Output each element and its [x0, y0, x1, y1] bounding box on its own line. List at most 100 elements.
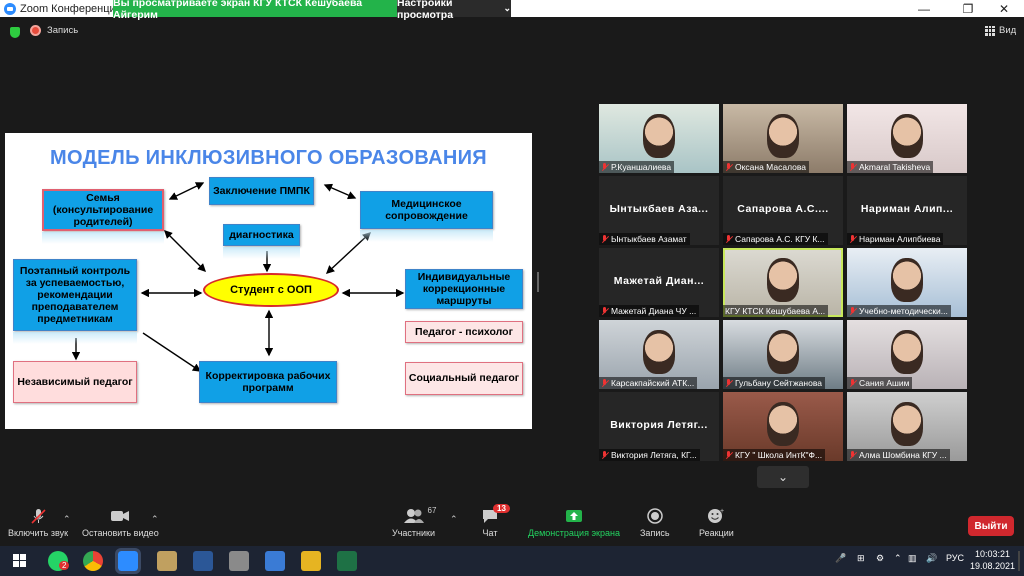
view-label: Вид — [999, 25, 1017, 36]
paint-icon[interactable] — [157, 551, 177, 571]
minimize-button[interactable]: — — [904, 0, 944, 17]
mic-muted-icon — [849, 379, 856, 387]
participant-label: Сапарова А.С. КГУ К... — [723, 233, 828, 245]
participant-tile[interactable]: Р.Куаншалиева — [599, 104, 719, 173]
microphone-tray-icon[interactable]: 🎤 — [835, 553, 846, 564]
participant-tile[interactable]: Сания Ашим — [847, 320, 967, 389]
chevron-down-icon: ⌄ — [777, 470, 789, 484]
participant-tile[interactable]: КГУ " Школа ИнтК"Ф... — [723, 392, 843, 461]
photos-icon[interactable] — [265, 551, 285, 571]
tray-overflow-icon[interactable]: ⌃ — [894, 553, 902, 564]
chat-badge: 13 — [493, 504, 510, 513]
box-routes: Индивидуальные коррекционные маршруты — [405, 269, 523, 309]
mic-muted-icon — [725, 379, 732, 387]
participant-label: КГУ КТСК Кешубаева А... — [723, 305, 829, 317]
participant-label: Ынтыкбаев Азамат — [599, 233, 690, 245]
participant-tile[interactable]: КГУ КТСК Кешубаева А... — [723, 248, 843, 317]
box-independent: Независимый педагог — [13, 361, 137, 403]
participant-label: Р.Куаншалиева — [599, 161, 675, 173]
windows-start-icon[interactable] — [13, 554, 27, 573]
chevron-down-icon: ⌄ — [503, 3, 511, 13]
recording-indicator[interactable]: Запись — [30, 25, 78, 36]
excel-icon[interactable] — [337, 551, 357, 571]
participant-video — [891, 258, 923, 302]
windows-tray-icon[interactable]: ⊞ — [857, 553, 865, 564]
participant-label: КГУ " Школа ИнтК"Ф... — [723, 449, 826, 461]
mic-muted-icon — [601, 163, 608, 171]
unmute-button[interactable]: Включить звук — [8, 508, 68, 538]
participant-name: КГУ " Школа ИнтК"Ф... — [735, 450, 823, 460]
close-button[interactable]: ✕ — [984, 0, 1024, 17]
video-options-caret[interactable]: ⌃ — [151, 514, 159, 525]
view-options-button[interactable]: Настройки просмотра ⌄ — [397, 0, 511, 21]
mic-muted-icon — [849, 163, 856, 171]
box-diagnostics: диагностика — [223, 224, 300, 246]
participant-name-display: Нариман Алип... — [860, 203, 954, 215]
restore-button[interactable]: ❐ — [948, 0, 988, 17]
word-icon[interactable] — [193, 551, 213, 571]
participant-tile[interactable]: Ынтыкбаев Аза... Ынтыкбаев Азамат — [599, 176, 719, 245]
participant-name: Ынтыкбаев Азамат — [611, 234, 687, 244]
share-screen-button[interactable]: Демонстрация экрана — [528, 508, 620, 538]
participant-video — [767, 402, 799, 446]
center-ellipse: Студент с ООП — [203, 273, 339, 307]
participant-tile[interactable]: Нариман Алип... Нариман Алипбиева — [847, 176, 967, 245]
participants-count: 67 — [427, 506, 437, 515]
shield-icon[interactable] — [10, 27, 20, 38]
leave-button[interactable]: Выйти — [968, 516, 1014, 536]
participant-name-display: Сапарова А.С.... — [737, 203, 829, 215]
panel-splitter[interactable] — [537, 272, 539, 292]
view-button[interactable]: Вид — [985, 25, 1016, 36]
whatsapp-icon[interactable]: 2 — [48, 551, 70, 571]
zoom-window: Zoom Конференция Вы просматриваете экран… — [0, 0, 1024, 576]
scroll-down-button[interactable]: ⌄ — [757, 466, 809, 488]
reactions-button[interactable]: + Реакции — [699, 508, 734, 538]
participant-name-display: Виктория Летяг... — [610, 419, 708, 431]
participant-name: Карсакпайский АТК... — [611, 378, 695, 388]
box-social: Социальный педагог — [405, 362, 523, 395]
participant-tile[interactable]: Оксана Масалова — [723, 104, 843, 173]
video-camera-icon — [110, 508, 130, 524]
participants-button[interactable]: 67 Участники — [392, 506, 436, 538]
mic-muted-icon — [725, 235, 732, 243]
mic-muted-icon — [601, 451, 608, 459]
participants-icon: 67 — [403, 506, 436, 524]
participant-video — [891, 114, 923, 158]
participant-tile[interactable]: Карсакпайский АТК... — [599, 320, 719, 389]
participant-video — [767, 114, 799, 158]
participant-name: Р.Куаншалиева — [611, 162, 672, 172]
participant-tile[interactable]: Алма Шомбина КГУ ... — [847, 392, 967, 461]
chrome-icon[interactable] — [83, 551, 103, 571]
chat-button[interactable]: 13 Чат — [482, 504, 510, 538]
record-dot-icon — [30, 25, 41, 36]
participant-tile[interactable]: Akmaral Takisheva — [847, 104, 967, 173]
participants-options-caret[interactable]: ⌃ — [450, 514, 458, 525]
box-pmpk: Заключение ПМПК — [209, 177, 314, 205]
file-explorer-icon[interactable] — [301, 551, 321, 571]
zoom-taskbar-icon[interactable] — [115, 548, 141, 574]
record-button[interactable]: Запись — [640, 508, 670, 538]
view-options-label: Настройки просмотра — [397, 0, 454, 21]
clock-time: 10:03:21 — [975, 549, 1011, 559]
participant-name: Гульбану Сейтжанова — [735, 378, 822, 388]
language-indicator[interactable]: РУС — [946, 553, 964, 563]
participant-tile[interactable]: Учебно-методически... — [847, 248, 967, 317]
taskbar-clock[interactable]: 10:03:21 19.08.2021 — [970, 548, 1015, 572]
network-icon[interactable]: ▥ — [908, 553, 917, 564]
stop-video-button[interactable]: Остановить видео — [82, 508, 159, 538]
participant-tile[interactable]: Гульбану Сейтжанова — [723, 320, 843, 389]
participant-tile[interactable]: Сапарова А.С.... Сапарова А.С. КГУ К... — [723, 176, 843, 245]
printer-icon[interactable] — [229, 551, 249, 571]
zoom-logo-icon — [4, 2, 16, 15]
participant-label: Мажетай Диана ЧУ ... — [599, 305, 700, 317]
grid-icon — [985, 25, 995, 36]
participant-tile[interactable]: Виктория Летяг... Виктория Летяга, КГ... — [599, 392, 719, 461]
participant-video — [891, 402, 923, 446]
participant-tile[interactable]: Мажетай Диан... Мажетай Диана ЧУ ... — [599, 248, 719, 317]
volume-icon[interactable]: 🔊 — [926, 553, 937, 564]
audio-options-caret[interactable]: ⌃ — [63, 514, 71, 525]
shared-screen-slide: МОДЕЛЬ ИНКЛЮЗИВНОГО ОБРАЗОВАНИЯ Семья (к… — [5, 133, 532, 429]
mic-muted-icon — [601, 379, 608, 387]
tray-app-icon[interactable]: ⚙ — [876, 553, 884, 564]
show-desktop-button[interactable] — [1018, 551, 1020, 571]
